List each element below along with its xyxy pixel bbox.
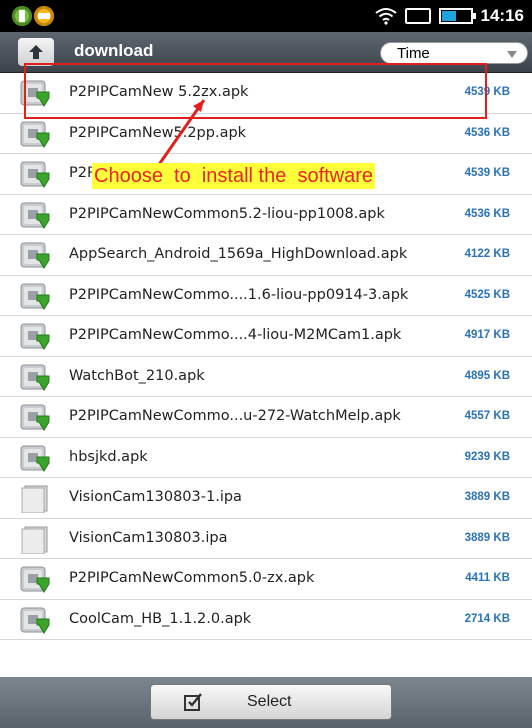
annotation-callout: Choose to install the software: [92, 163, 376, 189]
select-button[interactable]: Select: [150, 684, 392, 720]
annotation-arrow: [156, 99, 206, 167]
select-checkbox-icon: [184, 693, 202, 711]
bottom-bar: Select: [0, 677, 532, 728]
select-button-label: Select: [247, 693, 292, 710]
